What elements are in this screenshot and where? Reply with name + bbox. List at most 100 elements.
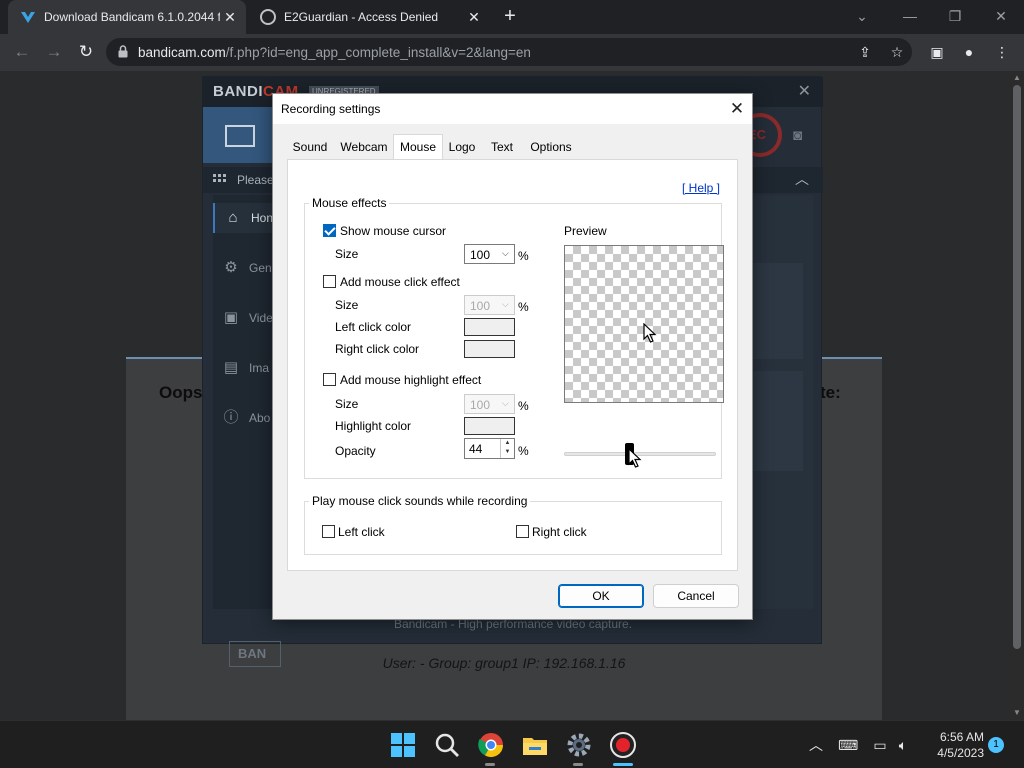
banner-text: Please (237, 173, 274, 187)
tab-search-icon[interactable]: ⌄ (850, 4, 874, 28)
mouse-cursor-icon (628, 448, 642, 468)
bandicam-close-icon[interactable]: ✕ (798, 81, 811, 101)
sidebar-item-about[interactable]: ⓘ Abo (213, 403, 273, 433)
scroll-down-icon[interactable]: ▼ (1010, 706, 1024, 720)
dialog-titlebar: Recording settings ✕ (273, 94, 752, 124)
back-button[interactable]: ← (10, 40, 34, 64)
click-size-select[interactable]: 100 ⌵ (464, 295, 515, 315)
percent-unit: % (518, 399, 529, 413)
tab-sound[interactable]: Sound (285, 137, 335, 159)
bandicam-sidebar: ⌂ Hon ⚙ Gen ▣ Vide ▤ Ima ⓘ Abo BAN (213, 195, 281, 667)
click-sounds-group: Play mouse click sounds while recording … (304, 494, 722, 555)
sidebar-item-general[interactable]: ⚙ Gen (213, 253, 273, 283)
left-click-color-label: Left click color (335, 320, 412, 334)
browser-toolbar: ← → ↻ bandicam.com/f.php?id=eng_app_comp… (0, 34, 1024, 71)
search-icon[interactable] (433, 731, 461, 759)
browser-tab-title: E2Guardian - Access Denied (284, 10, 439, 24)
tab-logo[interactable]: Logo (445, 137, 479, 159)
highlight-color-label: Highlight color (335, 419, 412, 433)
dialog-close-icon[interactable]: ✕ (725, 97, 749, 121)
settings-gear-icon[interactable] (565, 731, 593, 759)
preview-label: Preview (564, 224, 607, 238)
page-scrollbar[interactable]: ▲ ▼ (1010, 71, 1024, 720)
cursor-preview (564, 245, 724, 403)
camera-icon[interactable]: ◙ (793, 127, 802, 144)
group-label: Play mouse click sounds while recording (309, 494, 531, 508)
bookmark-star-icon[interactable]: ☆ (888, 43, 906, 61)
tab-close-icon[interactable]: ✕ (222, 9, 238, 25)
chevron-down-icon: ⌵ (502, 248, 509, 258)
scrollbar-thumb[interactable] (1013, 85, 1021, 649)
side-panel-icon[interactable]: ▣ (927, 42, 947, 62)
running-indicator (485, 763, 495, 766)
tab-mouse[interactable]: Mouse (393, 134, 443, 160)
forward-button[interactable]: → (42, 40, 66, 64)
chrome-icon[interactable] (477, 731, 505, 759)
chevron-up-icon[interactable]: ︿ (806, 735, 826, 755)
minimize-button[interactable]: — (898, 4, 922, 28)
spin-up-icon[interactable]: ▲ (501, 439, 514, 448)
percent-unit: % (518, 444, 529, 458)
network-icon[interactable]: ▭ (870, 735, 890, 755)
highlight-size-select[interactable]: 100 ⌵ (464, 394, 515, 414)
share-icon[interactable]: ⇪ (856, 43, 874, 61)
sidebar-item-image[interactable]: ▤ Ima (213, 353, 273, 383)
opacity-label: Opacity (335, 444, 376, 458)
image-icon: ▤ (223, 359, 239, 376)
new-tab-button[interactable]: + (500, 6, 520, 26)
bandicam-footer-button[interactable]: BAN (229, 641, 281, 667)
cursor-size-select[interactable]: 100 ⌵ (464, 244, 515, 264)
tab-webcam[interactable]: Webcam (337, 137, 391, 159)
ok-button[interactable]: OK (558, 584, 644, 608)
volume-icon[interactable]: 🔈︎ (893, 735, 913, 755)
tab-options[interactable]: Options (525, 137, 577, 159)
left-click-color-swatch[interactable] (464, 318, 515, 336)
show-cursor-label: Show mouse cursor (340, 224, 447, 238)
right-click-color-label: Right click color (335, 342, 420, 356)
browser-tab-e2guardian[interactable]: E2Guardian - Access Denied ✕ (250, 0, 490, 34)
address-bar[interactable]: bandicam.com/f.php?id=eng_app_complete_i… (106, 38, 912, 66)
restore-button[interactable]: ❐ (943, 4, 967, 28)
keyboard-icon[interactable]: ⌨ (838, 735, 858, 755)
running-indicator (573, 763, 583, 766)
reload-button[interactable]: ↻ (74, 40, 98, 64)
system-clock[interactable]: 6:56 AM 4/5/2023 (924, 729, 984, 761)
cancel-button[interactable]: Cancel (653, 584, 739, 608)
help-link[interactable]: [ Help ] (682, 181, 720, 195)
chevron-up-icon[interactable]: ︿ (795, 169, 809, 189)
click-size-label: Size (335, 298, 359, 312)
browser-tab-bandicam[interactable]: Download Bandicam 6.1.0.2044 f ✕ (8, 0, 246, 34)
bandicam-record-icon[interactable] (609, 731, 637, 759)
group-label: Mouse effects (309, 196, 390, 210)
right-click-color-swatch[interactable] (464, 340, 515, 358)
highlight-effect-checkbox[interactable] (323, 373, 336, 386)
cursor-size-label: Size (335, 247, 359, 261)
left-click-sound-checkbox[interactable] (322, 525, 335, 538)
click-effect-checkbox[interactable] (323, 275, 336, 288)
show-cursor-checkbox[interactable] (323, 224, 336, 237)
tab-close-icon[interactable]: ✕ (466, 9, 482, 25)
notification-badge[interactable]: 1 (988, 737, 1004, 753)
windows-start-icon[interactable] (389, 731, 417, 759)
file-explorer-icon[interactable] (521, 731, 549, 759)
bandicam-favicon-icon (21, 12, 35, 23)
clock-time: 6:56 AM (939, 730, 984, 744)
grid-icon (213, 174, 226, 182)
tab-text[interactable]: Text (485, 137, 519, 159)
menu-kebab-icon[interactable]: ⋮ (992, 42, 1012, 62)
profile-icon[interactable]: ● (959, 42, 979, 62)
active-indicator (613, 763, 633, 766)
highlight-color-swatch[interactable] (464, 417, 515, 435)
video-icon: ▣ (223, 309, 239, 326)
right-click-sound-checkbox[interactable] (516, 525, 529, 538)
opacity-spinner[interactable]: 44 ▲ ▼ (464, 438, 515, 459)
spin-down-icon[interactable]: ▼ (501, 448, 514, 457)
home-icon: ⌂ (228, 209, 238, 226)
sidebar-item-home[interactable]: ⌂ Hon (213, 203, 273, 233)
scroll-up-icon[interactable]: ▲ (1010, 71, 1024, 85)
page-message-right: te: (820, 383, 841, 402)
lock-icon (118, 45, 128, 58)
sidebar-item-video[interactable]: ▣ Vide (213, 303, 273, 333)
window-close-button[interactable]: ✕ (989, 4, 1013, 28)
screen-mode-icon[interactable] (203, 107, 275, 163)
